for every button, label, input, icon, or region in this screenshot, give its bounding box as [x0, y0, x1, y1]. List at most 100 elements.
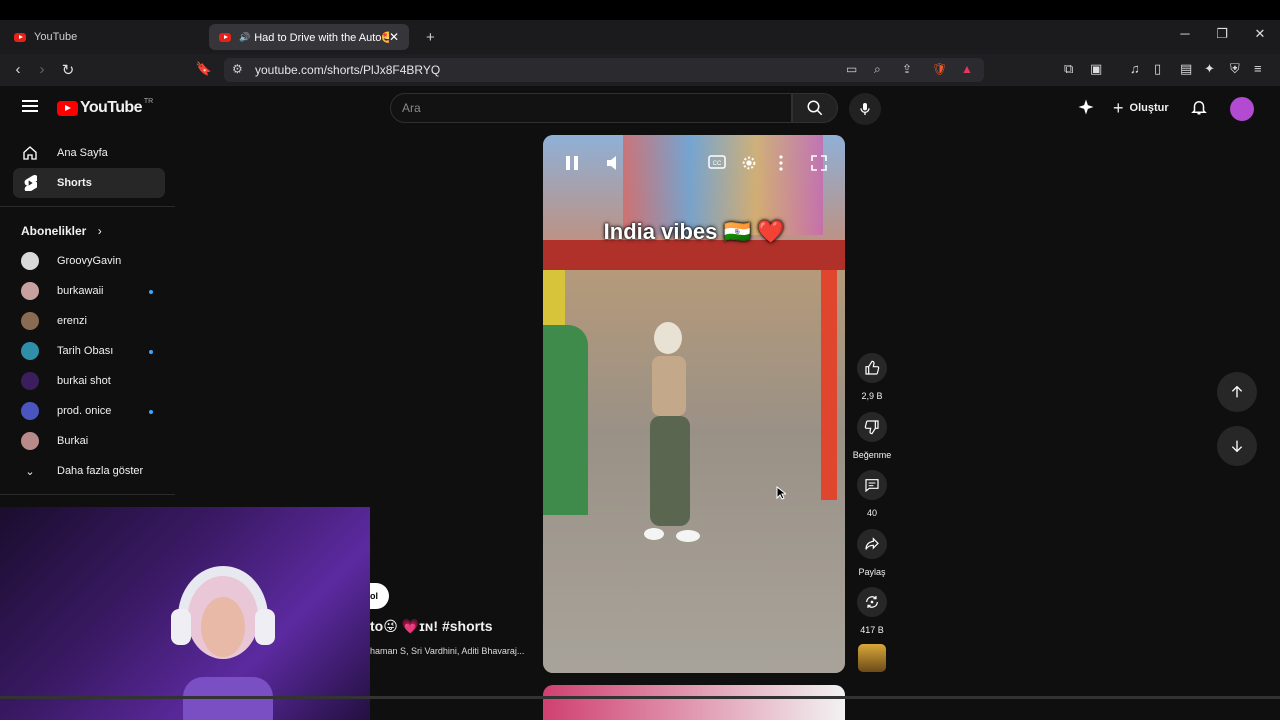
sidebar-toggle-icon[interactable]: ▯ [1154, 61, 1161, 77]
channel-avatar [21, 282, 39, 300]
subscription-item[interactable]: burkai shot [21, 366, 161, 396]
subscription-item[interactable]: burkawaii [21, 276, 161, 306]
sidebar-divider [0, 494, 175, 495]
zoom-icon[interactable]: ⌕ [874, 62, 881, 77]
channel-avatar [21, 432, 39, 450]
create-button[interactable]: + Oluştur [1107, 94, 1175, 122]
sidebar-item-shorts[interactable]: Shorts [13, 168, 165, 198]
remix-icon [866, 596, 878, 608]
video-scene-rickshaw [543, 325, 588, 515]
account-avatar[interactable] [1230, 97, 1254, 121]
cast-icon[interactable]: ▭ [846, 62, 857, 76]
close-window-icon[interactable]: ✕ [1250, 26, 1270, 42]
leo-ai-icon[interactable]: ✦ [1204, 61, 1215, 77]
channel-name: Tarih Obası [57, 345, 114, 357]
tab-youtube[interactable]: YouTube [4, 24, 204, 50]
chevron-right-icon: › [97, 224, 102, 238]
short-title[interactable]: to😜 💗ɪɴ! #shorts [370, 618, 493, 635]
microphone-icon [860, 103, 870, 115]
search-button[interactable] [792, 93, 838, 123]
tab-active-short[interactable]: 🔊 Had to Drive with the Auto🤩 ✕ [209, 24, 409, 50]
channel-name: Burkai [57, 435, 89, 447]
channel-avatar [21, 402, 39, 420]
remix-button[interactable] [857, 587, 887, 617]
menu-icon[interactable]: ≡ [1254, 61, 1262, 76]
share-arrow-icon [865, 537, 879, 550]
short-video-player[interactable]: India vibes 🇮🇳 ❤️ CC [543, 135, 845, 673]
subscription-item[interactable]: prod. onice [21, 396, 161, 426]
more-options-icon[interactable] [779, 155, 783, 176]
horizontal-scrollbar[interactable] [0, 696, 1280, 699]
dislike-label: Beğenme [852, 450, 892, 460]
site-info-icon[interactable]: ⚙ [232, 62, 243, 76]
hamburger-menu-icon[interactable] [22, 100, 38, 112]
subscribe-button[interactable]: ol [370, 583, 389, 609]
sound-thumbnail[interactable] [858, 644, 886, 672]
subscriptions-heading-label: Abonelikler [21, 224, 87, 238]
volume-icon[interactable] [605, 155, 621, 176]
video-scene-pillar [821, 270, 837, 500]
address-bar[interactable]: ⚙ youtube.com/shorts/PlJx8F4BRYQ ▭ ⌕ ⇪ 🛡… [224, 58, 984, 82]
previous-short-button[interactable] [1217, 372, 1257, 412]
new-content-dot [149, 410, 153, 414]
tab-bar: YouTube 🔊 Had to Drive with the Auto🤩 ✕ … [0, 20, 1280, 54]
comment-icon [865, 479, 879, 493]
search-input[interactable] [402, 101, 772, 115]
subscription-item[interactable]: Burkai [21, 426, 161, 456]
comments-button[interactable] [857, 470, 887, 500]
voice-search-button[interactable] [849, 93, 881, 125]
youtube-favicon-icon [219, 32, 231, 42]
captions-icon[interactable]: CC [708, 155, 726, 174]
premium-sparkle-icon[interactable] [1077, 98, 1095, 121]
tab-label: YouTube [34, 31, 78, 43]
restore-icon[interactable]: ❐ [1212, 26, 1232, 42]
youtube-page: YouTube TR + Oluştur Ana Sayfa Shorts Ab… [0, 86, 1280, 720]
forward-icon[interactable]: › [32, 61, 52, 78]
youtube-logo[interactable]: YouTube TR [57, 98, 153, 117]
search-box [390, 93, 792, 123]
vpn-icon[interactable]: ⛨ [1230, 61, 1240, 77]
channel-name: burkawaii [57, 285, 104, 297]
channel-avatar [21, 372, 39, 390]
close-tab-icon[interactable]: ✕ [389, 30, 399, 44]
streamer-figure [171, 566, 275, 720]
extensions-icon[interactable]: ⧉ [1064, 61, 1073, 77]
video-caption: India vibes 🇮🇳 ❤️ [603, 219, 785, 244]
sidebar-item-home[interactable]: Ana Sayfa [13, 138, 165, 168]
fullscreen-icon[interactable] [811, 155, 827, 176]
wallet-icon[interactable]: ▤ [1180, 61, 1192, 77]
share-icon[interactable]: ⇪ [902, 62, 912, 76]
new-tab-button[interactable]: + [416, 24, 445, 50]
show-more-button[interactable]: ⌄ Daha fazla göster [21, 456, 161, 486]
new-content-dot [149, 290, 153, 294]
media-icon[interactable]: ♫ [1130, 61, 1140, 76]
reload-icon[interactable]: ↻ [58, 61, 78, 79]
subscription-item[interactable]: GroovyGavin [21, 246, 161, 276]
comment-count: 40 [866, 508, 877, 518]
brave-shield-icon[interactable]: 🛡 [932, 62, 947, 76]
subscription-item[interactable]: erenzi [21, 306, 161, 336]
minimize-icon[interactable]: ─ [1175, 26, 1195, 41]
channel-name: GroovyGavin [57, 255, 122, 267]
next-short-preview[interactable] [543, 685, 845, 720]
settings-gear-icon[interactable] [741, 155, 757, 176]
share-button[interactable] [857, 529, 887, 559]
url-text: youtube.com/shorts/PlJx8F4BRYQ [255, 63, 441, 77]
sidebar-divider [0, 206, 175, 207]
brave-rewards-icon[interactable]: ▲ [961, 62, 973, 76]
like-button[interactable] [857, 353, 887, 383]
dislike-button[interactable] [857, 412, 887, 442]
remix-count: 417 B [860, 625, 884, 635]
arrow-up-icon [1231, 385, 1243, 398]
sidebar-item-label: Ana Sayfa [57, 147, 108, 159]
subscriptions-heading[interactable]: Abonelikler › [21, 224, 102, 238]
subscription-item[interactable]: Tarih Obası [21, 336, 161, 366]
next-short-button[interactable] [1217, 426, 1257, 466]
notifications-bell-icon[interactable] [1190, 98, 1208, 121]
back-icon[interactable]: ‹ [8, 61, 28, 78]
screenshot-icon[interactable]: ▣ [1090, 61, 1102, 77]
bookmark-icon[interactable]: 🔖 [194, 61, 214, 77]
channel-avatar [21, 312, 39, 330]
pause-icon[interactable] [565, 155, 579, 176]
plus-icon: + [1113, 97, 1124, 118]
